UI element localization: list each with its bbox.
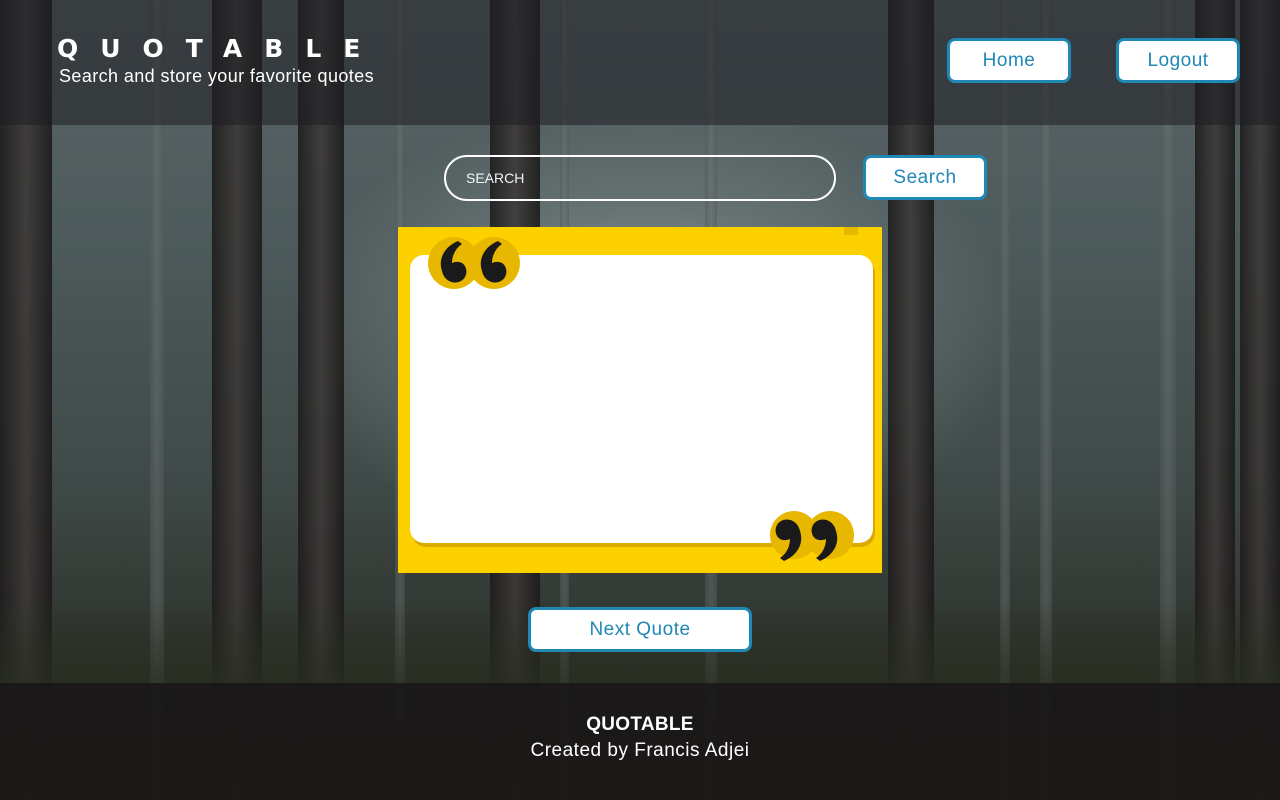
- open-quote-icon: [428, 237, 520, 289]
- logout-button[interactable]: Logout: [1116, 38, 1240, 83]
- home-button[interactable]: Home: [947, 38, 1071, 83]
- footer-credit: Created by Francis Adjei: [530, 740, 750, 761]
- search-input[interactable]: [444, 155, 836, 201]
- card-corner-tab: [844, 227, 858, 235]
- site-tagline: Search and store your favorite quotes: [59, 66, 374, 86]
- quote-panel: [410, 255, 873, 543]
- quote-card: [398, 227, 882, 573]
- close-quote-icon: [770, 511, 854, 561]
- footer-title: QUOTABLE: [586, 714, 694, 735]
- site-header: QUOTABLE Search and store your favorite …: [0, 0, 1280, 125]
- site-footer: QUOTABLE Created by Francis Adjei: [0, 683, 1280, 800]
- next-quote-button[interactable]: Next Quote: [528, 607, 752, 652]
- search-button[interactable]: Search: [863, 155, 987, 200]
- site-title: QUOTABLE: [57, 34, 383, 63]
